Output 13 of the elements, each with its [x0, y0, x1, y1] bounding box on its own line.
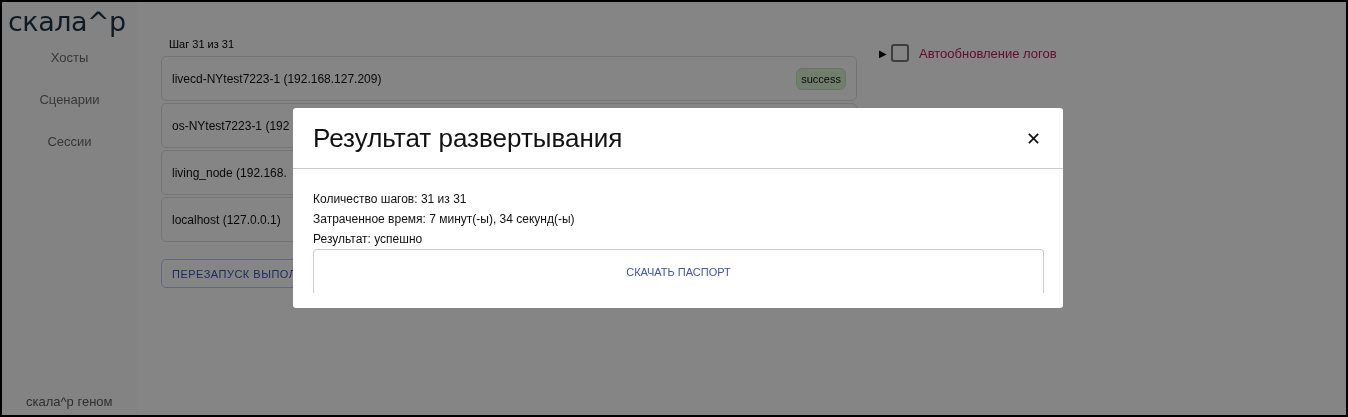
result-line: Результат: успешно [313, 231, 424, 248]
logo: скала^р [7, 5, 127, 39]
dialog-title: Результат развертывания [313, 122, 623, 154]
status-badge: success [796, 67, 846, 90]
result-line: Затраченное время: 7 минут(-ы), 34 секунд(-ы) [313, 211, 576, 228]
host-name: living_node (192.168. [172, 165, 287, 180]
host-name: localhost (127.0.0.1) [172, 212, 281, 227]
checkbox-label: Автообновление логов [919, 45, 1057, 61]
footer-text: скала^р геном [25, 394, 114, 411]
host-name: os-NYtest7223-1 (192 [172, 118, 290, 133]
step-counter: Шаг 31 из 31 [169, 38, 236, 50]
host-name: livecd-NYtest7223-1 (192.168.127.209) [172, 71, 382, 86]
result-line: Количество шагов: 31 из 31 [313, 191, 468, 208]
